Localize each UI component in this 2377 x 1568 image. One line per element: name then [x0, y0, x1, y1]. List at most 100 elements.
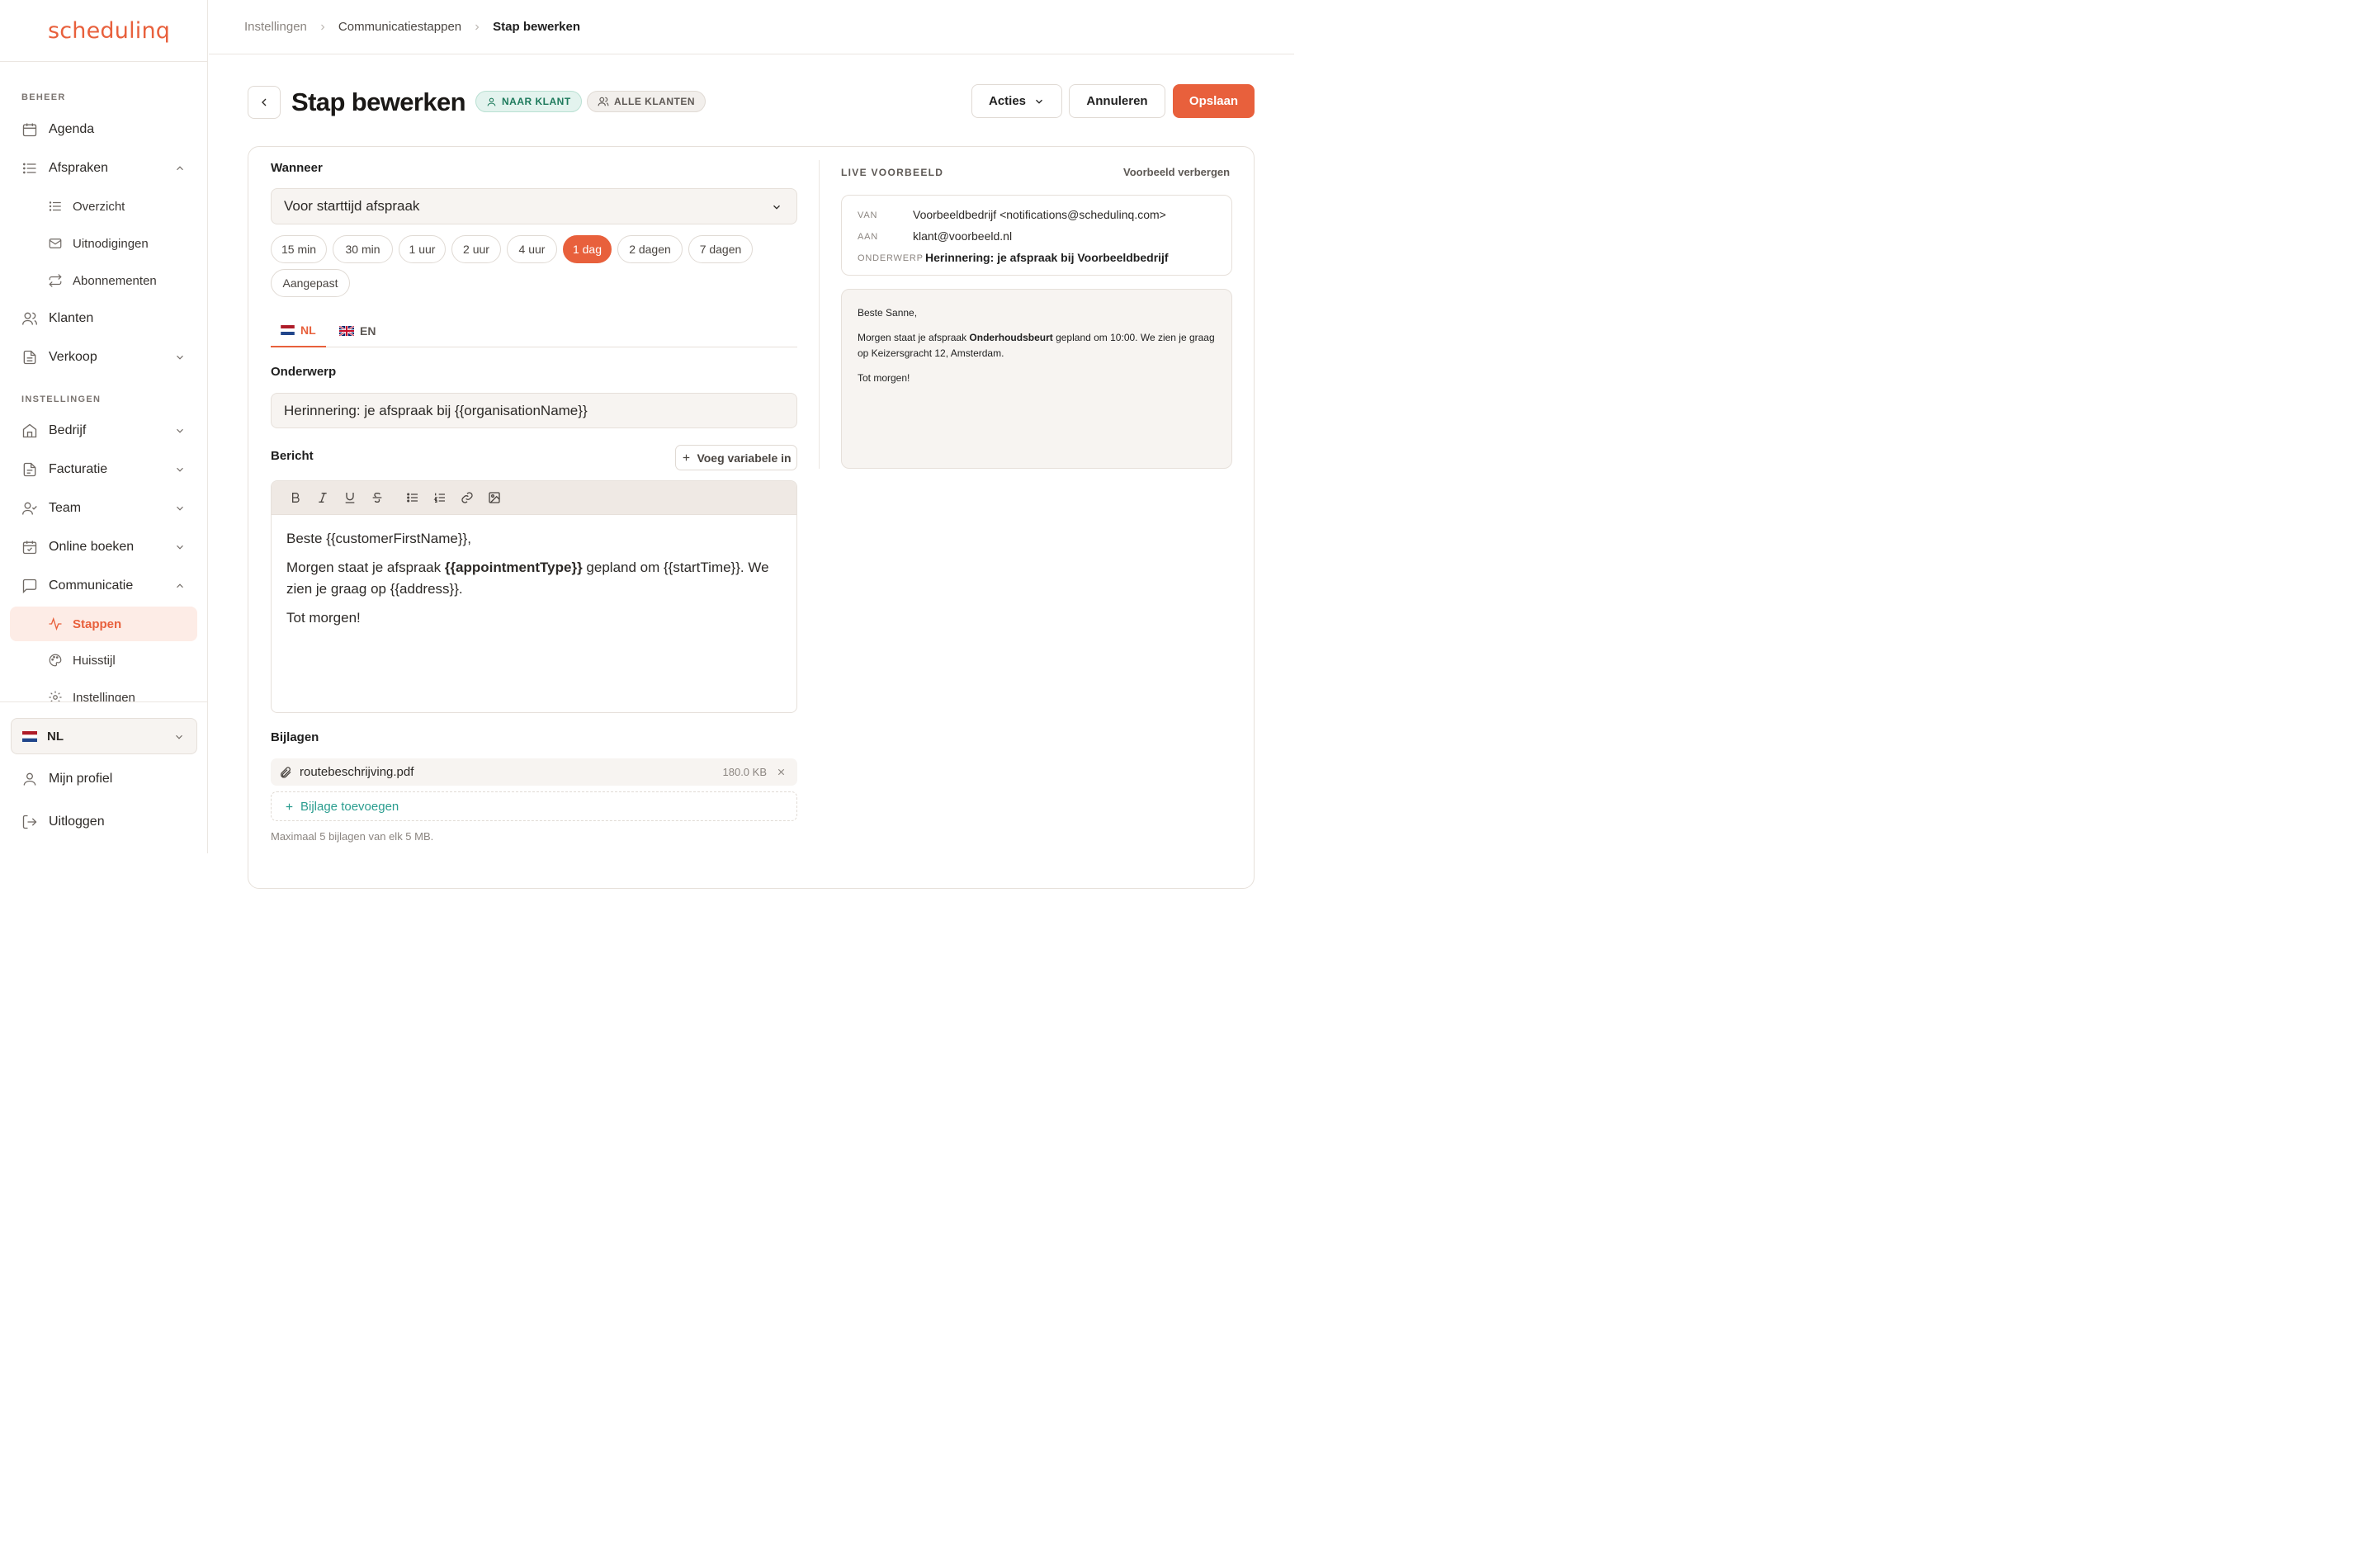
calendar-check-icon	[22, 541, 37, 555]
breadcrumb-item-instellingen[interactable]: Instellingen	[244, 20, 307, 34]
sidebar-item-bedrijf[interactable]: Bedrijf	[10, 413, 197, 448]
chip-1-uur[interactable]: 1 uur	[399, 235, 446, 263]
logout-link[interactable]: Uitloggen	[10, 805, 197, 839]
attachments-label: Bijlagen	[271, 730, 319, 744]
section-label-beheer: BEHEER	[21, 92, 66, 102]
when-value: Voor starttijd afspraak	[284, 198, 420, 214]
chevron-right-icon	[472, 22, 482, 32]
close-icon[interactable]	[776, 767, 787, 777]
sidebar-item-communicatie[interactable]: Communicatie	[10, 569, 197, 603]
insert-variable-button[interactable]: Voeg variabele in	[675, 445, 797, 470]
sidebar-nav: BEHEER Agenda Afspraken Overzicht Uitnod…	[0, 62, 207, 701]
sidebar-item-label: Huisstijl	[73, 653, 116, 668]
chip-2-uur[interactable]: 2 uur	[451, 235, 501, 263]
editor-toolbar	[272, 481, 796, 515]
chip-15-min[interactable]: 15 min	[271, 235, 327, 263]
invoice-icon	[23, 462, 36, 477]
strikethrough-icon	[372, 492, 381, 503]
sidebar-item-klanten[interactable]: Klanten	[10, 301, 197, 336]
chip-2-dagen[interactable]: 2 dagen	[617, 235, 683, 263]
meta-to-value: klant@voorbeeld.nl	[913, 229, 1013, 243]
sidebar-item-agenda[interactable]: Agenda	[10, 112, 197, 147]
strikethrough-button[interactable]	[363, 486, 390, 509]
underline-icon	[345, 493, 354, 503]
tab-nl[interactable]: NL	[271, 314, 326, 347]
paperclip-icon	[281, 766, 291, 778]
tab-en[interactable]: EN	[329, 314, 385, 347]
message-editor: Beste {{customerFirstName}}, Morgen staa…	[271, 480, 797, 713]
home-icon	[22, 423, 37, 438]
editor-content[interactable]: Beste {{customerFirstName}}, Morgen staa…	[272, 515, 796, 649]
page-title: Stap bewerken	[291, 87, 466, 116]
breadcrumb-item-current: Stap bewerken	[493, 20, 581, 34]
chevron-down-icon	[1036, 99, 1042, 104]
subject-input[interactable]: Herinnering: je afspraak bij {{organisat…	[271, 393, 797, 428]
message-label: Bericht	[271, 449, 314, 463]
language-select[interactable]: NL	[11, 718, 197, 754]
message-line-body: Morgen staat je afspraak {{appointmentTy…	[286, 557, 782, 600]
chip-7-dagen[interactable]: 7 dagen	[688, 235, 753, 263]
sidebar-item-abonnementen[interactable]: Abonnementen	[10, 264, 197, 297]
sidebar-item-label: Bedrijf	[49, 423, 87, 437]
back-button[interactable]	[248, 86, 281, 119]
sidebar-item-huisstijl[interactable]: Huisstijl	[10, 644, 197, 677]
chevron-up-icon	[177, 166, 183, 171]
sidebar-item-afspraken[interactable]: Afspraken	[10, 151, 197, 186]
meta-to-key: AAN	[858, 232, 879, 242]
sidebar-item-uitnodigingen[interactable]: Uitnodigingen	[10, 227, 197, 260]
preview-greeting: Beste Sanne,	[858, 307, 918, 319]
sidebar-item-verkoop[interactable]: Verkoop	[10, 340, 197, 375]
palette-icon	[49, 654, 62, 667]
sidebar-item-online-boeken[interactable]: Online boeken	[10, 530, 197, 564]
ordered-list-button[interactable]	[426, 486, 453, 509]
italic-button[interactable]	[309, 486, 336, 509]
message-line-greeting: Beste {{customerFirstName}},	[286, 531, 471, 546]
badge-naar-klant: NAAR KLANT	[475, 91, 582, 112]
repeat-icon	[49, 274, 62, 287]
actions-button[interactable]: Acties	[971, 84, 1062, 118]
chip-4-uur[interactable]: 4 uur	[507, 235, 557, 263]
when-select[interactable]: Voor starttijd afspraak	[271, 188, 797, 224]
breadcrumb-item-communicatiestappen[interactable]: Communicatiestappen	[338, 20, 461, 34]
sidebar-item-label: Agenda	[49, 122, 95, 136]
tab-label: EN	[360, 324, 376, 338]
sidebar-item-facturatie[interactable]: Facturatie	[10, 452, 197, 487]
sidebar-item-overzicht[interactable]: Overzicht	[10, 190, 197, 223]
bold-button[interactable]	[281, 486, 309, 509]
profile-link[interactable]: Mijn profiel	[10, 762, 197, 796]
meta-from-value: Voorbeeldbedrijf <notifications@scheduli…	[913, 208, 1166, 221]
cancel-button[interactable]: Annuleren	[1069, 84, 1165, 118]
chevron-down-icon	[177, 428, 183, 433]
chip-1-dag[interactable]: 1 dag	[563, 235, 612, 263]
chevron-up-icon	[177, 583, 183, 588]
bullet-list-icon	[406, 493, 418, 503]
badge-label: ALLE KLANTEN	[614, 96, 695, 107]
add-attachment-button[interactable]: Bijlage toevoegen	[271, 791, 797, 821]
bullet-list-button[interactable]	[399, 486, 426, 509]
sidebar-item-team[interactable]: Team	[10, 491, 197, 526]
chevron-down-icon	[177, 467, 183, 472]
chip-30-min[interactable]: 30 min	[333, 235, 393, 263]
sidebar-item-label: Facturatie	[49, 462, 108, 476]
underline-button[interactable]	[336, 486, 363, 509]
chevron-down-icon	[176, 734, 182, 739]
preview-title: LIVE VOORBEELD	[841, 167, 944, 178]
attachment-name: routebeschrijving.pdf	[300, 765, 414, 779]
subject-label: Onderwerp	[271, 365, 337, 379]
save-button[interactable]: Opslaan	[1173, 84, 1255, 118]
user-icon	[23, 772, 36, 786]
chip-aangepast[interactable]: Aangepast	[271, 269, 350, 297]
hide-preview-button[interactable]: Voorbeeld verbergen	[1123, 166, 1230, 178]
image-button[interactable]	[480, 486, 508, 509]
image-icon	[488, 492, 500, 503]
language-value: NL	[47, 729, 64, 744]
sidebar-item-stappen[interactable]: Stappen	[10, 607, 197, 641]
preview-email-body: Beste Sanne, Morgen staat je afspraak On…	[841, 289, 1232, 469]
badge-alle-klanten: ALLE KLANTEN	[587, 91, 706, 112]
sidebar-item-label: Uitloggen	[49, 815, 105, 829]
link-button[interactable]	[453, 486, 480, 509]
chevron-left-icon	[262, 98, 267, 106]
logo[interactable]: schedulinq	[48, 18, 170, 44]
attachment-item: routebeschrijving.pdf 180.0 KB	[271, 758, 797, 786]
sidebar-item-instellingen[interactable]: Instellingen	[10, 681, 197, 701]
